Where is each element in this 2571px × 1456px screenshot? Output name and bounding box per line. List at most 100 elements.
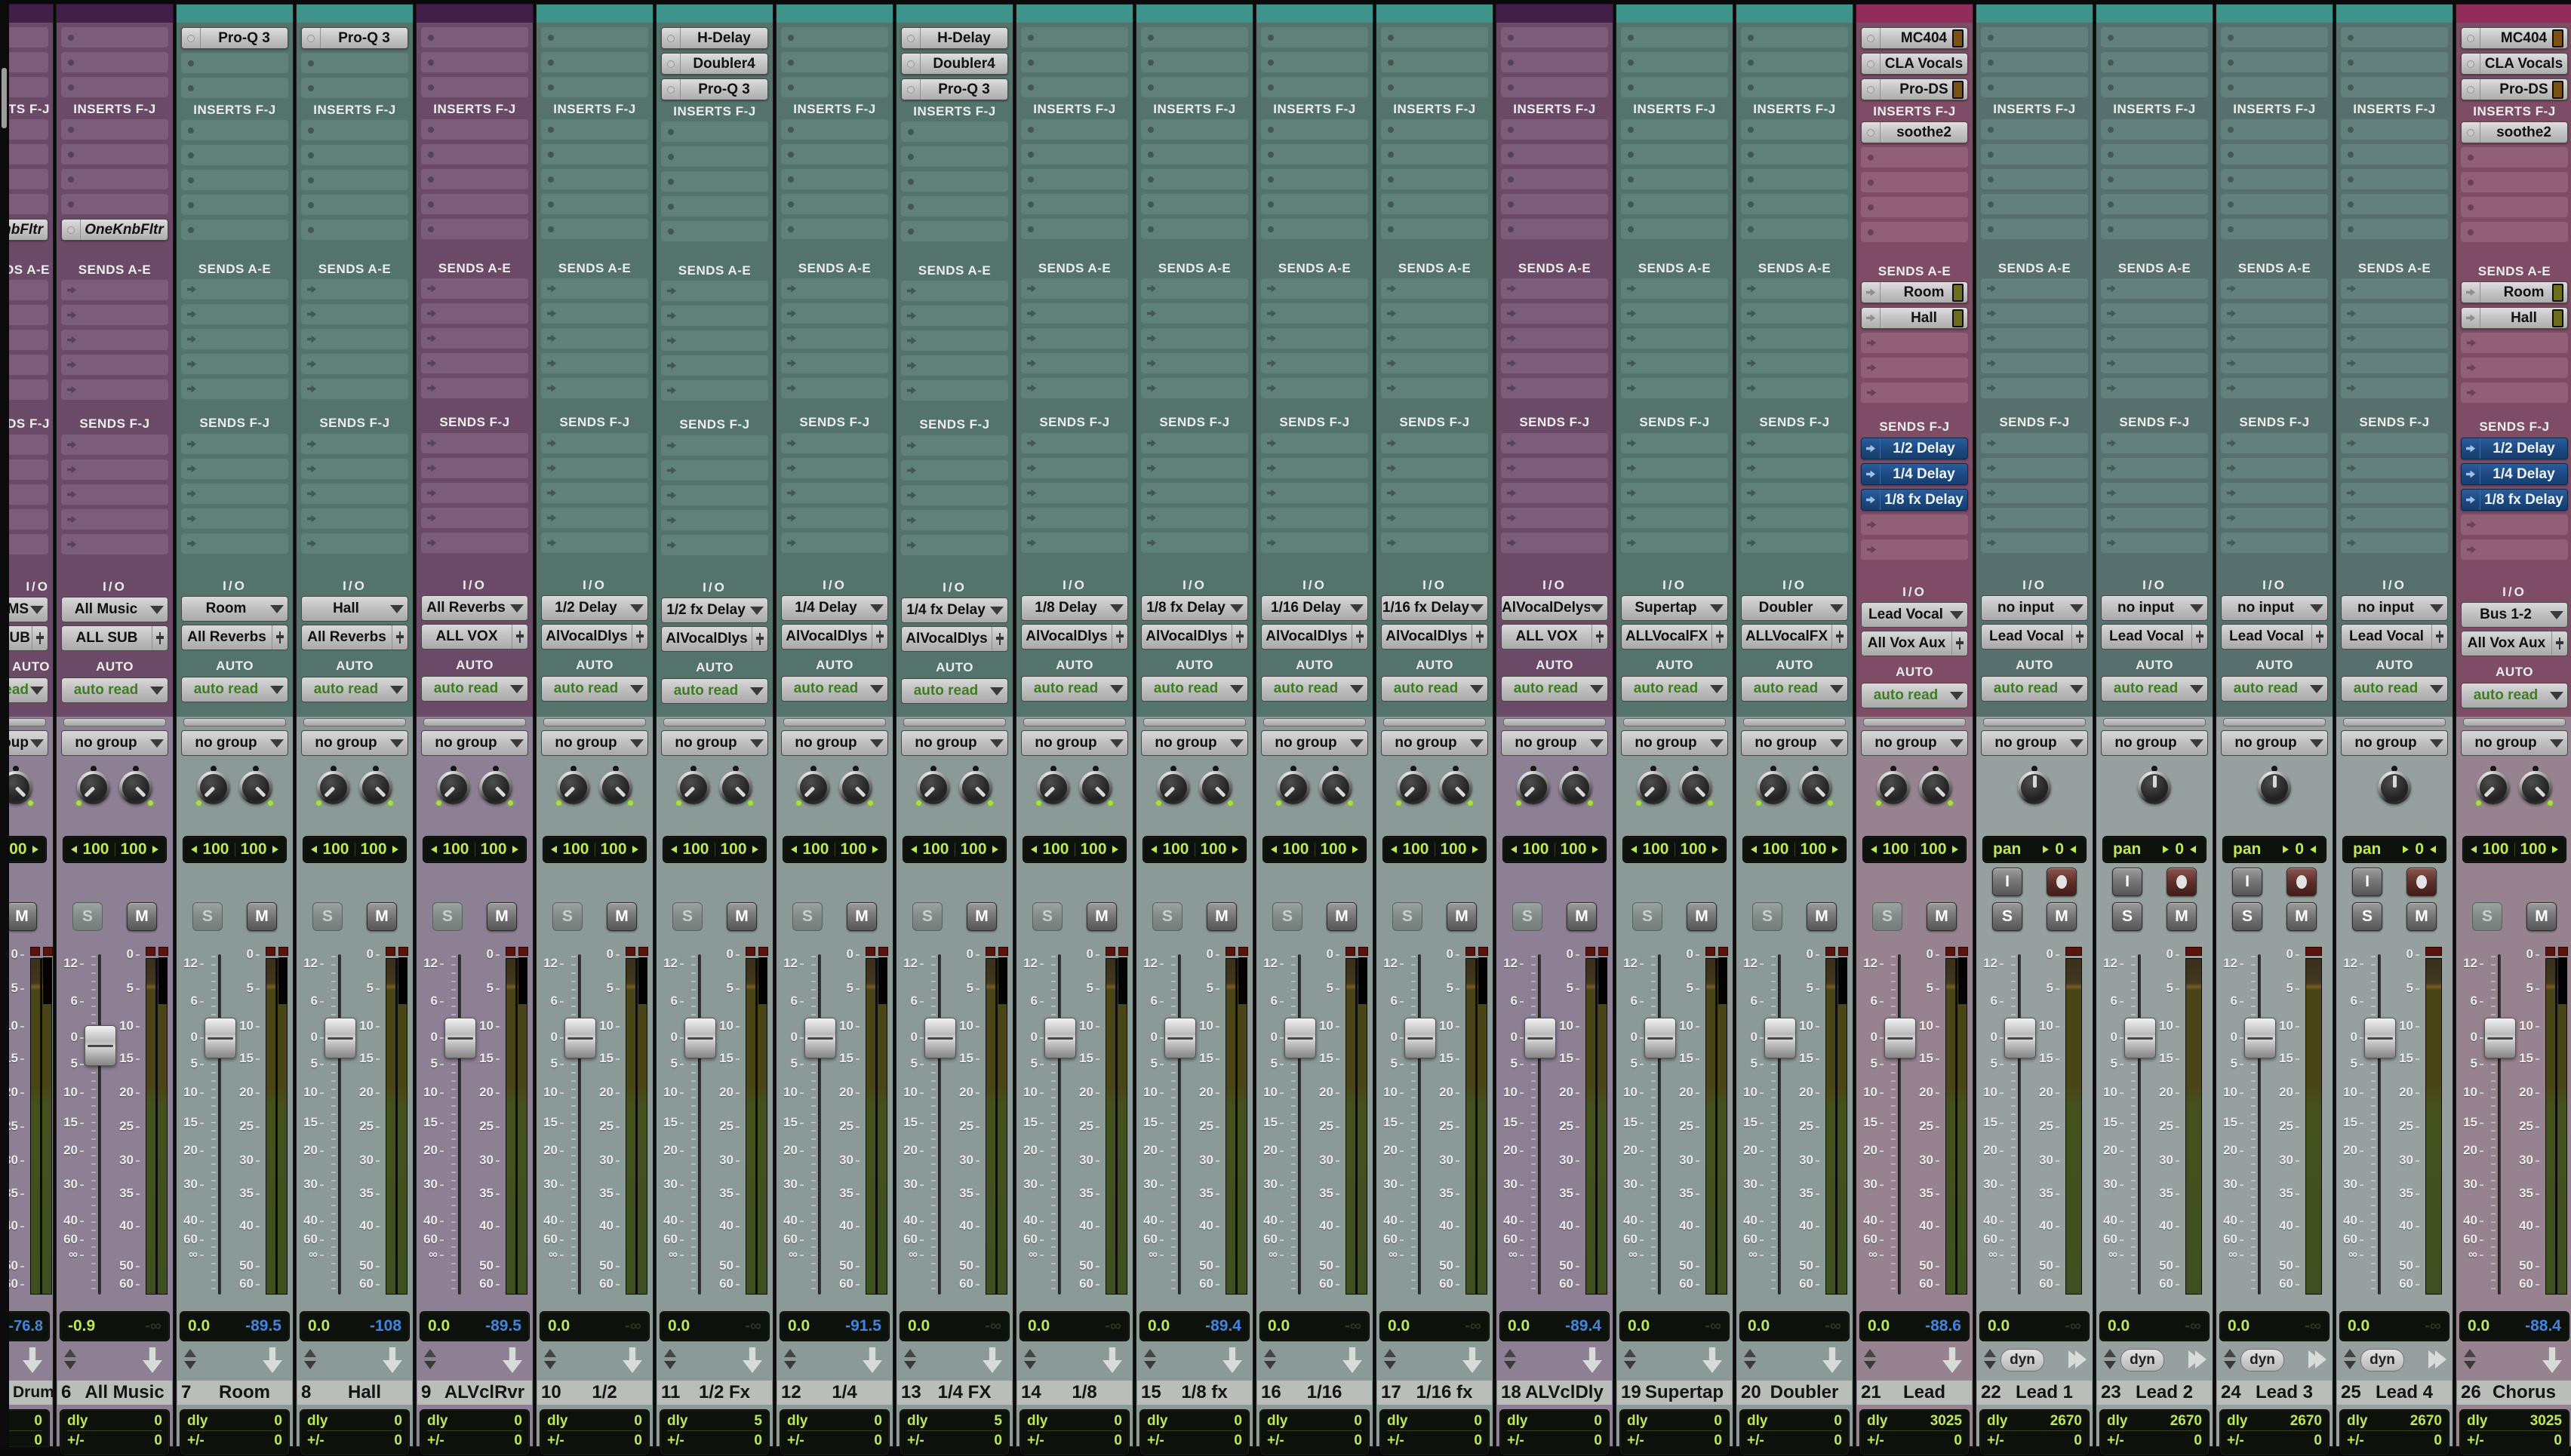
output-selector[interactable]: SUB bbox=[9, 625, 48, 651]
volume-display[interactable]: 0.0-∞ bbox=[1259, 1311, 1370, 1341]
send-slot[interactable] bbox=[1981, 378, 2088, 398]
send-slot[interactable] bbox=[1261, 533, 1368, 553]
pan-knob-left[interactable] bbox=[1155, 765, 1192, 809]
send-slot[interactable] bbox=[9, 280, 48, 300]
send-slot[interactable] bbox=[421, 458, 528, 478]
clip-led[interactable] bbox=[266, 947, 275, 956]
send-slot[interactable] bbox=[2221, 328, 2328, 349]
insert-slot[interactable] bbox=[1141, 52, 1248, 72]
send-slot[interactable] bbox=[2101, 433, 2208, 453]
input-selector[interactable]: Hall bbox=[301, 596, 408, 622]
output-selector[interactable]: AlVocalDlys bbox=[1381, 624, 1488, 650]
output-selector[interactable]: AlVocalDlys bbox=[1141, 624, 1248, 650]
input-selector[interactable]: AlVocalDelys bbox=[1501, 595, 1608, 621]
insert-slot[interactable] bbox=[2461, 172, 2568, 192]
mix-group-id-bar[interactable] bbox=[423, 718, 526, 726]
insert-slot[interactable] bbox=[781, 27, 888, 48]
group-selector[interactable]: no group bbox=[1501, 730, 1608, 756]
send-slot[interactable] bbox=[9, 355, 48, 375]
send-slot[interactable] bbox=[901, 535, 1008, 555]
pan-display[interactable]: 100100 bbox=[1862, 836, 1967, 863]
insert-slot[interactable] bbox=[541, 219, 648, 239]
insert-slot[interactable]: soothe2 bbox=[2461, 121, 2568, 143]
automation-mode-button[interactable]: auto read bbox=[1501, 676, 1608, 702]
group-selector[interactable]: no group bbox=[661, 730, 768, 756]
narrow-view-arrow-button[interactable] bbox=[1103, 1347, 1122, 1373]
clip-led[interactable] bbox=[1825, 947, 1835, 956]
insert-slot[interactable] bbox=[1501, 52, 1608, 72]
track-name-plate[interactable]: 19Supertap bbox=[1617, 1381, 1732, 1405]
insert-slot[interactable] bbox=[1501, 119, 1608, 140]
insert-slot[interactable] bbox=[421, 194, 528, 214]
insert-slot[interactable] bbox=[1741, 119, 1848, 140]
pan-knob-left[interactable] bbox=[675, 765, 712, 809]
input-monitor-button[interactable]: I bbox=[2232, 868, 2262, 896]
insert-slot[interactable] bbox=[1141, 194, 1248, 214]
insert-slot[interactable] bbox=[1261, 194, 1368, 214]
send-slot[interactable] bbox=[781, 483, 888, 503]
insert-slot[interactable] bbox=[541, 194, 648, 214]
send-slot[interactable] bbox=[1141, 533, 1248, 553]
send-slot[interactable] bbox=[1861, 539, 1968, 560]
track-name-plate[interactable]: 111/2 Fx bbox=[657, 1381, 772, 1405]
output-selector[interactable]: ALL SUB bbox=[61, 625, 168, 651]
group-selector[interactable]: no group bbox=[2221, 730, 2328, 756]
delay-compensation-display[interactable]: dly0+/-0 bbox=[60, 1409, 170, 1456]
group-selector[interactable]: no group bbox=[1861, 730, 1968, 756]
solo-button[interactable]: S bbox=[792, 902, 823, 931]
send-slot[interactable] bbox=[2341, 328, 2448, 349]
output-selector[interactable]: All Reverbs bbox=[181, 625, 288, 650]
mute-button[interactable]: M bbox=[2167, 902, 2197, 931]
insert-slot[interactable]: Pro-Q 3 bbox=[901, 78, 1008, 100]
insert-slot[interactable]: MC404 bbox=[2461, 27, 2568, 49]
send-slot[interactable] bbox=[1501, 353, 1608, 373]
insert-slot[interactable] bbox=[661, 171, 768, 192]
input-selector[interactable]: no input bbox=[2101, 595, 2208, 621]
send-slot[interactable] bbox=[1381, 483, 1488, 503]
volume-display[interactable]: 0.0-∞ bbox=[540, 1311, 650, 1341]
send-slot[interactable] bbox=[781, 353, 888, 373]
send-slot[interactable] bbox=[61, 355, 168, 375]
pan-knob-right[interactable] bbox=[718, 765, 754, 809]
track-name-plate[interactable]: 161/16 bbox=[1257, 1381, 1372, 1405]
mix-group-id-bar[interactable] bbox=[1623, 718, 1726, 726]
insert-slot[interactable] bbox=[1861, 197, 1968, 217]
output-selector[interactable]: All Vox Aux bbox=[1861, 631, 1968, 656]
send-slot[interactable] bbox=[661, 330, 768, 351]
send-slot[interactable] bbox=[2101, 458, 2208, 478]
pan-knob-right[interactable] bbox=[598, 765, 634, 809]
volume-fader[interactable] bbox=[804, 1018, 836, 1058]
volume-display[interactable]: 0.0-89.5 bbox=[420, 1311, 530, 1341]
insert-slot[interactable] bbox=[421, 52, 528, 72]
send-slot[interactable] bbox=[1861, 333, 1968, 353]
narrow-view-arrow-button[interactable] bbox=[1342, 1347, 1362, 1373]
track-height-triangles[interactable] bbox=[1504, 1349, 1516, 1369]
send-slot[interactable] bbox=[2341, 508, 2448, 528]
clip-led[interactable] bbox=[1118, 947, 1128, 956]
output-selector[interactable]: All Vox Aux bbox=[2461, 631, 2568, 656]
insert-slot[interactable] bbox=[181, 53, 288, 73]
insert-slot[interactable] bbox=[9, 169, 48, 189]
pan-knob-left[interactable] bbox=[1035, 765, 1072, 809]
clip-led[interactable] bbox=[146, 947, 155, 956]
send-slot[interactable] bbox=[1261, 278, 1368, 299]
narrow-view-arrow-button[interactable] bbox=[383, 1347, 402, 1373]
insert-slot[interactable]: Pro-Q 3 bbox=[661, 78, 768, 100]
insert-slot[interactable] bbox=[1021, 144, 1128, 164]
insert-slot[interactable] bbox=[661, 121, 768, 142]
pan-knob-right[interactable] bbox=[838, 765, 874, 809]
insert-slot[interactable]: eKnbFltr bbox=[9, 219, 48, 241]
insert-slot[interactable] bbox=[9, 27, 48, 48]
narrow-view-arrow-button[interactable] bbox=[263, 1347, 282, 1373]
send-slot[interactable] bbox=[2341, 303, 2448, 324]
send-slot[interactable] bbox=[421, 483, 528, 503]
send-slot[interactable] bbox=[1141, 353, 1248, 373]
send-slot[interactable] bbox=[1981, 278, 2088, 299]
mute-button[interactable]: M bbox=[847, 902, 877, 931]
send-slot[interactable] bbox=[541, 458, 648, 478]
send-slot[interactable] bbox=[1741, 378, 1848, 398]
send-slot[interactable] bbox=[1381, 328, 1488, 349]
insert-slot[interactable]: OneKnbFltr bbox=[61, 219, 168, 241]
elastic-audio-dyn-button[interactable]: dyn bbox=[2120, 1349, 2164, 1372]
send-slot[interactable] bbox=[1261, 303, 1368, 324]
